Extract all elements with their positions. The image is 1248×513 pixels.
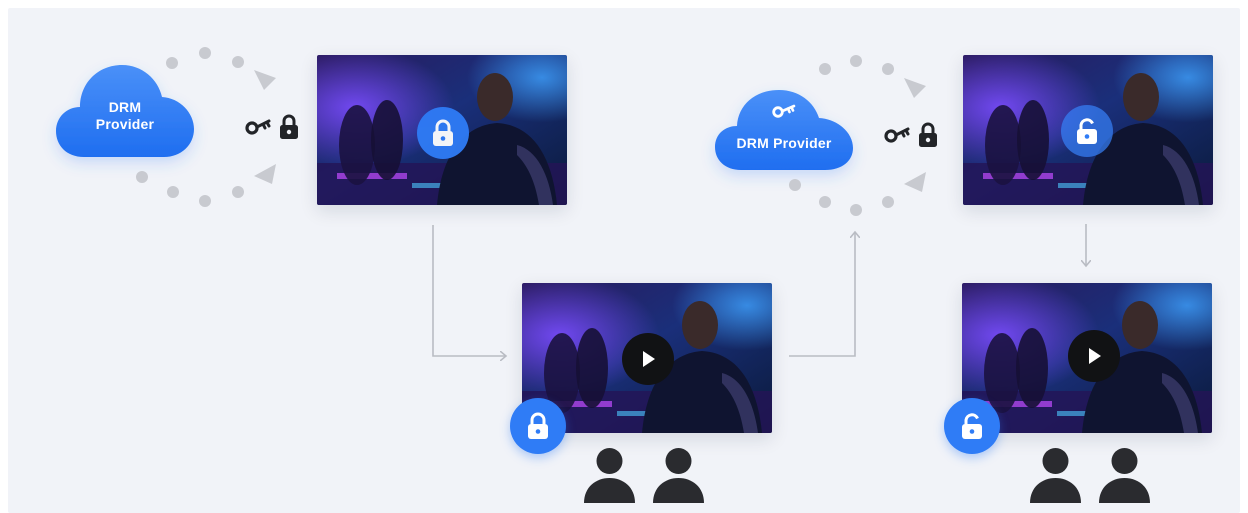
drm-provider-label-right: DRM Provider [736,134,832,151]
play-button[interactable] [1068,330,1120,382]
ring-dot [199,195,211,207]
locked-badge [417,107,469,159]
ring-dot [166,57,178,69]
key-icon [772,104,796,118]
play-icon [643,351,655,367]
ring-dot [232,186,244,198]
user-icon [653,448,704,503]
unlocked-padlock-icon [962,413,982,439]
ring-dot [882,196,894,208]
viewers-group-left [582,447,706,503]
unlocked-badge [1061,105,1113,157]
ring-dot [850,204,862,216]
corner-locked-badge [510,398,566,454]
viewers-group-right [1028,447,1152,503]
ring-arrow-icon [904,78,926,98]
user-icon [1030,448,1081,503]
ring-arrow-icon [254,70,276,90]
drm-provider-cloud-right: DRM Provider [713,86,855,172]
unlocked-padlock-icon [1077,118,1097,144]
locked-padlock-icon [528,412,548,439]
video-frame-encrypted [317,55,567,205]
ring-arrow-icon [904,172,926,192]
cloud-icon [715,90,853,170]
ring-dot [819,196,831,208]
ring-arrow-icon [254,164,276,184]
ring-dot [850,55,862,67]
padlock-icon [919,122,937,147]
key-icon [245,119,271,135]
video-player-decrypted [962,283,1212,433]
ring-dot [136,171,148,183]
key-lock-exchange-left [245,114,299,140]
play-icon [1089,348,1101,364]
padlock-icon [280,114,298,139]
play-button[interactable] [622,333,674,385]
drm-provider-cloud-left: DRM Provider [54,61,196,159]
ring-dot [199,47,211,59]
ring-dot [819,63,831,75]
ring-dot [882,63,894,75]
locked-padlock-icon [433,119,453,146]
video-frame-decrypted [963,55,1213,205]
key-lock-exchange-right [884,122,938,148]
corner-unlocked-badge [944,398,1000,454]
ring-dot [232,56,244,68]
key-icon [884,127,910,143]
ring-dot [167,186,179,198]
user-icon [584,448,635,503]
drm-provider-label-left: DRM Provider [95,99,155,132]
ring-dot [789,179,801,191]
user-icon [1099,448,1150,503]
